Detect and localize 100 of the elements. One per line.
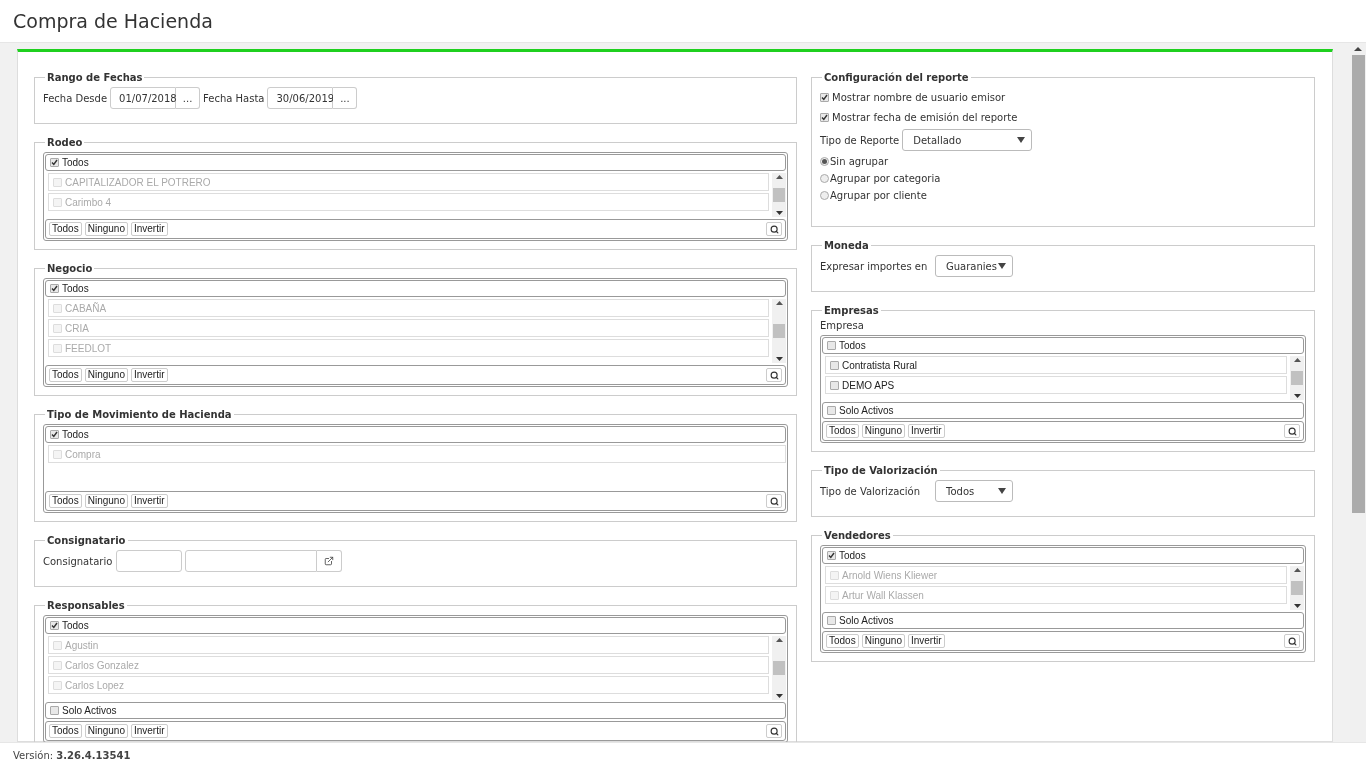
select-button[interactable]: Ninguno: [861, 424, 905, 438]
scroll-down-icon[interactable]: [1293, 394, 1301, 398]
checkbox[interactable]: [827, 406, 836, 415]
checkbox[interactable]: [830, 360, 839, 370]
option-label: DEMO APS: [842, 379, 895, 391]
date-picker-button[interactable]: ...: [176, 87, 201, 109]
checkbox[interactable]: [50, 621, 59, 630]
name-field[interactable]: [185, 550, 317, 572]
code-field[interactable]: [116, 550, 182, 572]
radio-button[interactable]: [820, 174, 829, 183]
option-label: Agrupar por cliente: [830, 190, 927, 201]
search-button[interactable]: [1284, 634, 1300, 648]
caret-icon: [1017, 137, 1026, 143]
select-button[interactable]: Invertir: [130, 368, 168, 382]
search-button[interactable]: [766, 724, 782, 738]
scroll-up-icon[interactable]: [775, 638, 783, 642]
search-button[interactable]: [766, 222, 782, 236]
select-button[interactable]: Todos: [49, 222, 82, 236]
scroll-up-icon[interactable]: [775, 175, 783, 179]
select-button[interactable]: Ninguno: [84, 368, 128, 382]
select-button[interactable]: Todos: [826, 634, 859, 648]
select-button[interactable]: Todos: [49, 494, 82, 508]
active-only-row[interactable]: Solo Activos: [822, 402, 1304, 419]
select-all-row[interactable]: Todos: [822, 337, 1304, 354]
list-item[interactable]: Contratista Rural: [825, 356, 1287, 374]
active-only-row[interactable]: Solo Activos: [45, 702, 786, 719]
list-item[interactable]: DEMO APS: [825, 376, 1287, 394]
section-title: Moneda: [823, 240, 870, 251]
option-label: CAPITALIZADOR EL POTRERO: [65, 176, 211, 188]
dropdown[interactable]: Guaranies: [935, 255, 1013, 277]
checkbox[interactable]: [50, 284, 59, 293]
scrollbar[interactable]: [772, 173, 786, 217]
option-label: FEEDLOT: [65, 342, 112, 354]
scrollbar[interactable]: [772, 636, 786, 700]
scroll-down-icon[interactable]: [775, 357, 783, 361]
select-button[interactable]: Ninguno: [84, 724, 128, 738]
page-title: Compra de Hacienda: [13, 10, 213, 32]
checkbox[interactable]: [827, 551, 836, 560]
date-picker-button[interactable]: ...: [333, 87, 358, 109]
select-button[interactable]: Invertir: [130, 494, 168, 508]
option-label: Agrupar por categoria: [830, 173, 941, 184]
select-all-row[interactable]: Todos: [45, 617, 786, 634]
search-icon: [769, 726, 779, 736]
select-button[interactable]: Invertir: [907, 424, 945, 438]
select-button[interactable]: Todos: [826, 424, 859, 438]
radio-button[interactable]: [820, 191, 829, 200]
scroll-up-icon[interactable]: [1293, 358, 1301, 362]
option-label: Artur Wall Klassen: [842, 589, 924, 601]
scrollbar[interactable]: [1290, 356, 1304, 400]
select-button[interactable]: Invertir: [907, 634, 945, 648]
search-icon: [769, 496, 779, 506]
select-button[interactable]: Ninguno: [84, 222, 128, 236]
scroll-up-icon[interactable]: [1293, 568, 1301, 572]
select-all-row[interactable]: Todos: [822, 547, 1304, 564]
option-label: Arnold Wiens Kliewer: [842, 569, 938, 581]
select-all-row[interactable]: Todos: [45, 426, 786, 443]
select-button[interactable]: Todos: [49, 368, 82, 382]
select-button[interactable]: Ninguno: [84, 494, 128, 508]
select-all-row[interactable]: Todos: [45, 280, 786, 297]
option-label: Todos: [62, 157, 89, 168]
scroll-down-icon[interactable]: [775, 211, 783, 215]
checkbox[interactable]: [50, 430, 59, 439]
scroll-up-icon[interactable]: [775, 301, 783, 305]
select-button[interactable]: Invertir: [130, 724, 168, 738]
option-label: Carlos Lopez: [65, 679, 124, 691]
scroll-down-icon[interactable]: [1293, 604, 1301, 608]
option-label: Agustin: [65, 639, 99, 651]
field-label: Fecha Hasta: [203, 92, 265, 104]
scrollbar[interactable]: [1290, 566, 1304, 610]
dropdown[interactable]: Todos: [935, 480, 1013, 502]
open-button[interactable]: [317, 550, 342, 572]
search-icon: [1287, 636, 1297, 646]
select-button[interactable]: Todos: [49, 724, 82, 738]
select-button[interactable]: Ninguno: [861, 634, 905, 648]
checkbox[interactable]: [830, 380, 839, 390]
field-label: Empresa: [820, 320, 865, 331]
search-button[interactable]: [766, 494, 782, 508]
checkbox[interactable]: [827, 616, 836, 625]
search-button[interactable]: [766, 368, 782, 382]
field-label: Tipo de Reporte: [820, 134, 900, 146]
active-only-row[interactable]: Solo Activos: [822, 612, 1304, 629]
option-label: Solo Activos: [839, 405, 894, 416]
option-label: Todos: [62, 283, 89, 294]
checkbox[interactable]: [827, 341, 836, 350]
search-button[interactable]: [1284, 424, 1300, 438]
checkbox[interactable]: [820, 92, 829, 102]
option-label: Compra: [65, 448, 101, 460]
select-button[interactable]: Invertir: [130, 222, 168, 236]
option-label: Solo Activos: [62, 705, 117, 716]
scrollbar[interactable]: [772, 299, 786, 363]
checkbox[interactable]: [50, 158, 59, 167]
option-label: Mostrar nombre de usuario emisor: [832, 91, 1006, 103]
checkbox[interactable]: [820, 112, 829, 122]
external-link-icon: [324, 556, 334, 566]
radio-button[interactable]: [820, 157, 829, 166]
checkbox[interactable]: [50, 706, 59, 715]
scroll-down-icon[interactable]: [775, 694, 783, 698]
option-label: Todos: [839, 340, 866, 351]
dropdown[interactable]: Detallado: [902, 129, 1033, 151]
select-all-row[interactable]: Todos: [45, 154, 786, 171]
